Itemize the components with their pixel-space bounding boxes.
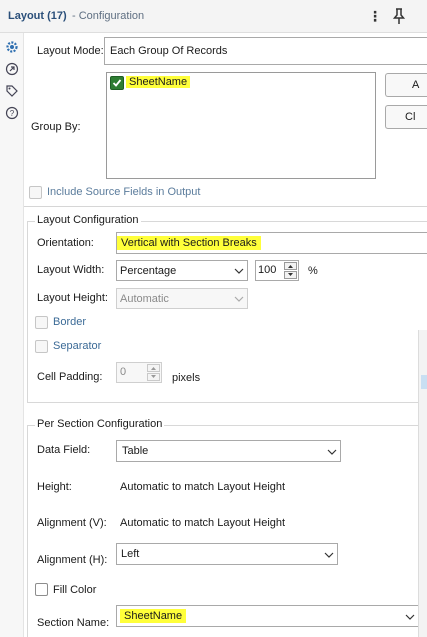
chevron-down-icon [234,296,244,302]
layout-width-value: Percentage [120,265,177,277]
data-field-select[interactable]: Table [116,440,341,462]
layout-mode-select[interactable]: Each Group Of Records [104,37,427,65]
section-name-value: SheetName [120,609,187,623]
side-toolbar: ? [0,33,24,637]
layout-width-stepper[interactable]: 100 [255,260,299,281]
tag-icon[interactable] [4,83,20,99]
layout-width-label: Layout Width: [37,264,105,276]
layout-mode-value: Each Group Of Records [110,45,228,57]
fill-color-label: Fill Color [53,584,97,596]
arrow-circle-icon[interactable] [4,61,20,77]
gear-icon[interactable] [4,39,20,55]
layout-height-select[interactable]: Automatic [116,288,248,309]
cell-padding-value: 0 [120,366,127,378]
border-label: Border [53,316,87,328]
section-divider [24,206,427,207]
clear-button[interactable]: Cl [385,105,427,129]
pin-icon[interactable] [390,6,408,26]
select-all-button[interactable]: A [385,73,427,97]
alignment-h-select[interactable]: Left [116,543,338,565]
cell-padding-stepper[interactable]: 0 [116,362,162,383]
layout-height-value: Automatic [120,293,169,305]
alignment-v-value: Automatic to match Layout Height [120,517,286,529]
include-source-label: Include Source Fields in Output [47,186,201,198]
separator-checkbox[interactable] [35,340,48,353]
select-all-button-label: A [412,79,420,91]
data-field-value: Table [122,445,149,457]
more-vertical-icon[interactable]: ⋮ [366,6,384,26]
orientation-value: Vertical with Section Breaks [117,236,261,250]
chevron-down-icon [324,552,334,558]
stepper-up-button[interactable] [147,364,160,372]
section-configuration-title: Per Section Configuration [35,418,165,430]
checkbox-checked-icon[interactable] [110,76,124,90]
title-bar: Layout (17) - Configuration ⋮ [0,0,427,33]
alignment-h-label: Alignment (H): [37,554,108,566]
height-value: Automatic to match Layout Height [120,481,286,493]
chevron-down-icon [405,614,415,620]
fill-color-checkbox[interactable] [35,583,48,596]
section-name-label: Section Name: [37,617,110,629]
cell-padding-label: Cell Padding: [37,371,103,383]
alignment-h-value: Left [121,548,140,560]
chevron-down-icon [234,268,244,274]
orientation-label: Orientation: [37,237,94,249]
chevron-down-icon [327,449,337,455]
height-label: Height: [37,481,72,493]
separator-label: Separator [53,340,102,352]
group-by-label: Group By: [31,121,81,133]
help-icon[interactable]: ? [4,105,20,121]
stepper-up-button[interactable] [284,262,297,270]
section-name-select[interactable]: SheetName [116,605,419,627]
layout-height-label: Layout Height: [37,292,108,304]
layout-mode-label: Layout Mode: [37,45,104,57]
window-title: Layout (17) [8,10,67,22]
layout-configuration-title: Layout Configuration [35,214,141,226]
layout-width-select[interactable]: Percentage [116,260,248,281]
stepper-down-button[interactable] [284,271,297,279]
stepper-down-button[interactable] [147,373,160,381]
orientation-select[interactable]: Vertical with Section Breaks [116,232,427,254]
window-subtitle: - Configuration [72,10,145,22]
clear-button-label: Cl [405,111,416,123]
layout-width-amount: 100 [258,264,277,276]
cell-padding-unit: pixels [172,372,201,384]
layout-width-unit: % [308,265,318,277]
data-field-label: Data Field: [37,444,91,456]
svg-text:?: ? [10,109,15,118]
alignment-v-label: Alignment (V): [37,517,107,529]
group-by-item-label: SheetName [126,76,191,88]
border-checkbox[interactable] [35,316,48,329]
include-source-checkbox[interactable] [29,186,42,199]
adjacent-panel-tab[interactable] [421,375,427,389]
group-by-list[interactable]: SheetName [106,72,376,179]
